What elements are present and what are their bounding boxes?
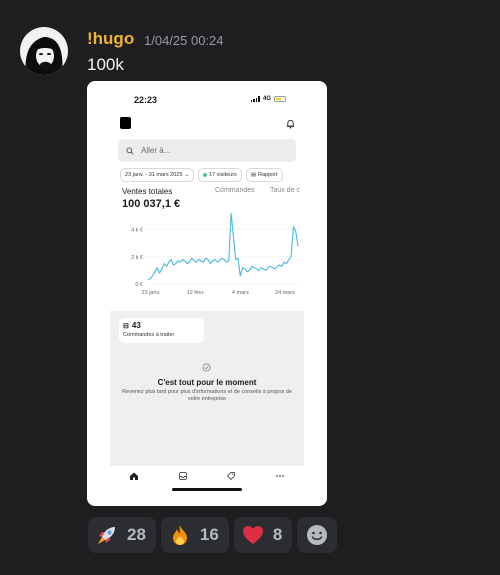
reaction-count: 16	[199, 525, 219, 544]
reaction-bar: 28 16 8	[88, 517, 338, 553]
report-icon: ▤	[250, 172, 257, 178]
x-tick-label: 4 mars	[232, 290, 249, 296]
message-text: 100k	[87, 55, 124, 74]
smiley-icon	[305, 523, 329, 547]
total-sales-value: 100 037,1 €	[122, 198, 181, 210]
image-attachment[interactable]: 22:23 4G Aller à... 23 janv. - 31 mars 2…	[87, 81, 327, 506]
content-area: ⊟ 43 Commandes à traiter C'est tout pour…	[110, 311, 304, 466]
x-tick-label: 12 févr.	[187, 290, 206, 296]
date-range-label: 23 janv. - 31 mars 2025	[125, 172, 183, 178]
chevron-down-icon: ⌄	[184, 172, 189, 178]
inbox-icon[interactable]	[178, 471, 188, 481]
date-range-chip[interactable]: 23 janv. - 31 mars 2025 ⌄	[120, 168, 194, 182]
metric-tabs: Ventes totales Commandes Taux de c	[122, 187, 300, 196]
network-label: 4G	[262, 96, 271, 102]
message-timestamp: 1/04/25 00:24	[144, 33, 224, 48]
tag-icon[interactable]	[226, 471, 236, 481]
battery-icon	[274, 96, 286, 102]
search-icon	[126, 146, 134, 155]
x-tick-label: 24 mars	[275, 290, 295, 296]
heart-icon	[241, 523, 265, 547]
empty-state-description: Revenez plus tard pour plus d'informatio…	[122, 389, 292, 402]
more-icon[interactable]	[275, 471, 285, 481]
phone-screenshot: 22:23 4G Aller à... 23 janv. - 31 mars 2…	[110, 91, 304, 491]
y-tick-label: 2 k €	[131, 255, 143, 261]
reaction-heart[interactable]: 8	[233, 517, 293, 553]
sales-chart: 4 k € 2 k € 0 € 23 janv. 12 févr. 4 mars 24 ma…	[131, 212, 300, 296]
filter-row: 23 janv. - 31 mars 2025 ⌄ 17 visiteurs ▤…	[120, 168, 283, 182]
tab-conversion[interactable]: Taux de c	[270, 187, 300, 196]
bell-icon	[286, 119, 295, 129]
orders-card[interactable]: ⊟ 43 Commandes à traiter	[119, 318, 204, 343]
visitors-chip[interactable]: 17 visiteurs	[197, 168, 242, 182]
bottom-tab-bar	[110, 468, 304, 484]
reaction-count: 28	[127, 525, 146, 544]
username[interactable]: !hugo	[87, 29, 134, 49]
home-icon[interactable]	[129, 471, 139, 481]
status-bar-right: 4G	[250, 96, 286, 102]
check-circle-icon	[202, 363, 211, 372]
orders-count: 43	[131, 321, 141, 330]
live-dot-icon	[202, 173, 207, 177]
reaction-rocket[interactable]: 28	[88, 517, 156, 553]
report-label: Rapport	[258, 172, 278, 178]
orders-icon: ⊟	[123, 322, 129, 330]
user-avatar[interactable]	[20, 27, 68, 75]
tab-total-sales[interactable]: Ventes totales	[122, 187, 215, 196]
search-placeholder: Aller à...	[141, 146, 171, 155]
x-tick-label: 23 janv.	[142, 290, 161, 296]
sales-series-line	[147, 212, 299, 281]
visitors-label: 17 visiteurs	[208, 172, 237, 178]
home-indicator	[172, 488, 242, 491]
orders-label: Commandes à traiter	[123, 332, 175, 338]
rocket-icon	[95, 523, 119, 547]
reaction-fire[interactable]: 16	[160, 517, 229, 553]
empty-state-title: C'est tout pour le moment	[157, 378, 257, 387]
reaction-count: 8	[272, 525, 283, 544]
y-tick-label: 0 €	[135, 282, 143, 288]
search-bar[interactable]: Aller à...	[118, 139, 296, 162]
signal-icon	[250, 96, 260, 102]
y-tick-label: 4 k €	[131, 228, 143, 234]
status-time: 22:23	[134, 95, 158, 105]
add-reaction-button[interactable]	[297, 517, 338, 553]
tab-orders[interactable]: Commandes	[215, 187, 270, 196]
shop-logo-icon	[120, 117, 131, 129]
fire-icon	[168, 523, 192, 547]
report-chip[interactable]: ▤ Rapport	[245, 168, 283, 182]
